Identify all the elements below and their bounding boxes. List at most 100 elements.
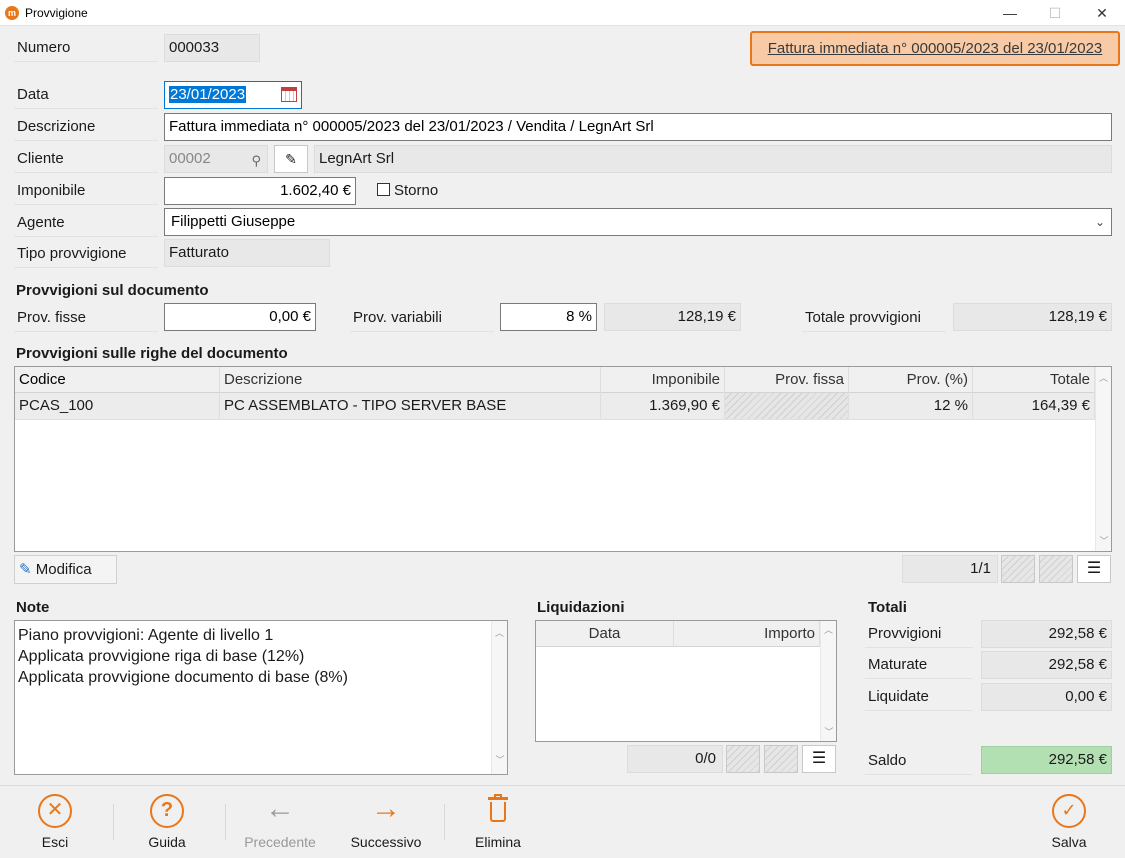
esci-button[interactable]: ✕ Esci — [20, 794, 90, 850]
scroll-up-icon[interactable]: ︿ — [492, 623, 507, 644]
cliente-code-field[interactable]: 00002 ⚲ — [164, 145, 268, 173]
salva-label: Salva — [1051, 834, 1087, 850]
note-scrollbar[interactable]: ︿ ﹀ — [491, 621, 507, 774]
agente-label: Agente — [14, 209, 158, 237]
scroll-down-icon[interactable]: ﹀ — [1096, 534, 1112, 547]
row-codice: PCAS_100 — [15, 393, 220, 419]
esci-label: Esci — [41, 834, 69, 850]
variabili-pct-field[interactable]: 8 % — [500, 303, 597, 331]
liquidazioni-header: Data Importo — [536, 621, 820, 647]
col-codice[interactable]: Codice — [15, 367, 220, 393]
col-data[interactable]: Data — [536, 621, 674, 647]
row-imponibile: 1.369,90 € — [601, 393, 725, 419]
note-textarea[interactable]: Piano provvigioni: Agente di livello 1 A… — [14, 620, 508, 775]
app-icon: m — [5, 6, 19, 20]
toolbar-separator — [225, 804, 226, 840]
close-button[interactable]: ✕ — [1079, 0, 1125, 26]
arrow-left-icon: ← — [265, 792, 295, 825]
date-value: 23/01/2023 — [169, 86, 247, 103]
invoice-link[interactable]: Fattura immediata n° 000005/2023 del 23/… — [750, 31, 1120, 66]
note-line: Piano provvigioni: Agente di livello 1 — [18, 627, 274, 644]
guida-label: Guida — [148, 834, 186, 850]
scroll-down-icon[interactable]: ﹀ — [821, 725, 837, 738]
agente-value: Filippetti Giuseppe — [171, 213, 296, 230]
toolbar-divider — [0, 785, 1125, 786]
minimize-button[interactable]: — — [987, 0, 1033, 26]
cliente-code: 00002 — [169, 150, 211, 167]
liquidazioni-pager-prev[interactable] — [726, 745, 760, 773]
calendar-icon[interactable] — [281, 87, 297, 102]
checkmark-icon: ✓ — [1052, 794, 1086, 828]
col-descrizione[interactable]: Descrizione — [220, 367, 601, 393]
close-icon: ✕ — [38, 794, 72, 828]
totali-provvigioni-field: 292,58 € — [981, 620, 1112, 648]
table-row[interactable]: PCAS_100 PC ASSEMBLATO - TIPO SERVER BAS… — [15, 393, 1095, 420]
invoice-link-text[interactable]: Fattura immediata n° 000005/2023 del 23/… — [768, 40, 1103, 57]
col-totale[interactable]: Totale — [973, 367, 1095, 393]
rows-pager-next[interactable] — [1039, 555, 1073, 583]
successivo-button[interactable]: → Successivo — [341, 792, 431, 851]
edit-icon: ✎ — [19, 561, 32, 578]
edit-cliente-button[interactable]: ✎ — [274, 145, 308, 173]
row-descrizione: PC ASSEMBLATO - TIPO SERVER BASE — [220, 393, 601, 419]
liquidazioni-grid[interactable]: Data Importo ︿ ﹀ — [535, 620, 837, 742]
liquidate-label: Liquidate — [865, 683, 973, 711]
doc-section-title: Provvigioni sul documento — [16, 282, 209, 299]
imponibile-field[interactable]: 1.602,40 € — [164, 177, 356, 205]
numero-label: Numero — [14, 34, 158, 62]
search-icon[interactable]: ⚲ — [251, 148, 261, 174]
guida-button[interactable]: ? Guida — [132, 794, 202, 850]
title-bar: m Provvigione — ☐ ✕ — [0, 0, 1125, 26]
trash-icon — [463, 794, 533, 828]
col-prov-perc[interactable]: Prov. (%) — [849, 367, 973, 393]
row-totale: 164,39 € — [973, 393, 1095, 419]
col-importo[interactable]: Importo — [674, 621, 820, 647]
saldo-label: Saldo — [865, 747, 973, 775]
rows-scrollbar[interactable]: ︿ ﹀ — [1095, 367, 1111, 551]
rows-pager: 1/1 — [902, 555, 998, 583]
scroll-up-icon[interactable]: ︿ — [821, 623, 836, 636]
numero-field: 000033 — [164, 34, 260, 62]
totale-provvigioni-field: 128,19 € — [953, 303, 1112, 331]
toolbar-separator — [113, 804, 114, 840]
col-imponibile[interactable]: Imponibile — [601, 367, 725, 393]
cliente-name-field: LegnArt Srl — [314, 145, 1112, 173]
liquidazioni-scrollbar[interactable]: ︿ ﹀ — [820, 621, 836, 741]
scroll-down-icon[interactable]: ﹀ — [492, 750, 508, 771]
liquidazioni-title: Liquidazioni — [537, 599, 625, 616]
storno-checkbox[interactable] — [377, 183, 390, 196]
saldo-field: 292,58 € — [981, 746, 1112, 774]
data-label: Data — [14, 81, 158, 109]
totali-title: Totali — [868, 599, 907, 616]
maturate-label: Maturate — [865, 651, 973, 679]
elimina-button[interactable]: Elimina — [463, 794, 533, 850]
date-field[interactable]: 23/01/2023 — [164, 81, 302, 109]
col-prov-fissa[interactable]: Prov. fissa — [725, 367, 849, 393]
maximize-button[interactable]: ☐ — [1032, 0, 1078, 26]
chevron-down-icon[interactable]: ⌄ — [1095, 209, 1105, 235]
liquidazioni-pager-next[interactable] — [764, 745, 798, 773]
liquidate-field: 0,00 € — [981, 683, 1112, 711]
edit-icon: ✎ — [285, 151, 297, 167]
rows-grid[interactable]: Codice Descrizione Imponibile Prov. fiss… — [14, 366, 1112, 552]
totali-provvigioni-label: Provvigioni — [865, 620, 973, 648]
descrizione-field[interactable]: Fattura immediata n° 000005/2023 del 23/… — [164, 113, 1112, 141]
scroll-up-icon[interactable]: ︿ — [1096, 371, 1111, 384]
rows-pager-prev[interactable] — [1001, 555, 1035, 583]
tipo-label: Tipo provvigione — [14, 240, 158, 268]
modifica-button[interactable]: ✎ Modifica — [14, 555, 117, 584]
arrow-right-icon: → — [371, 792, 401, 825]
agente-select[interactable]: Filippetti Giuseppe ⌄ — [164, 208, 1112, 236]
fisse-field[interactable]: 0,00 € — [164, 303, 316, 331]
totale-provvigioni-label: Totale provvigioni — [802, 304, 946, 332]
liquidazioni-menu-icon[interactable]: ☰ — [802, 745, 836, 773]
toolbar-separator — [444, 804, 445, 840]
rows-menu-icon[interactable]: ☰ — [1077, 555, 1111, 583]
note-line: Applicata provvigione documento di base … — [18, 669, 348, 686]
help-icon: ? — [150, 794, 184, 828]
variabili-label: Prov. variabili — [350, 304, 494, 332]
precedente-button[interactable]: ← Precedente — [235, 792, 325, 851]
salva-button[interactable]: ✓ Salva — [1034, 794, 1104, 850]
cliente-label: Cliente — [14, 145, 158, 173]
window-title: Provvigione — [25, 6, 88, 20]
